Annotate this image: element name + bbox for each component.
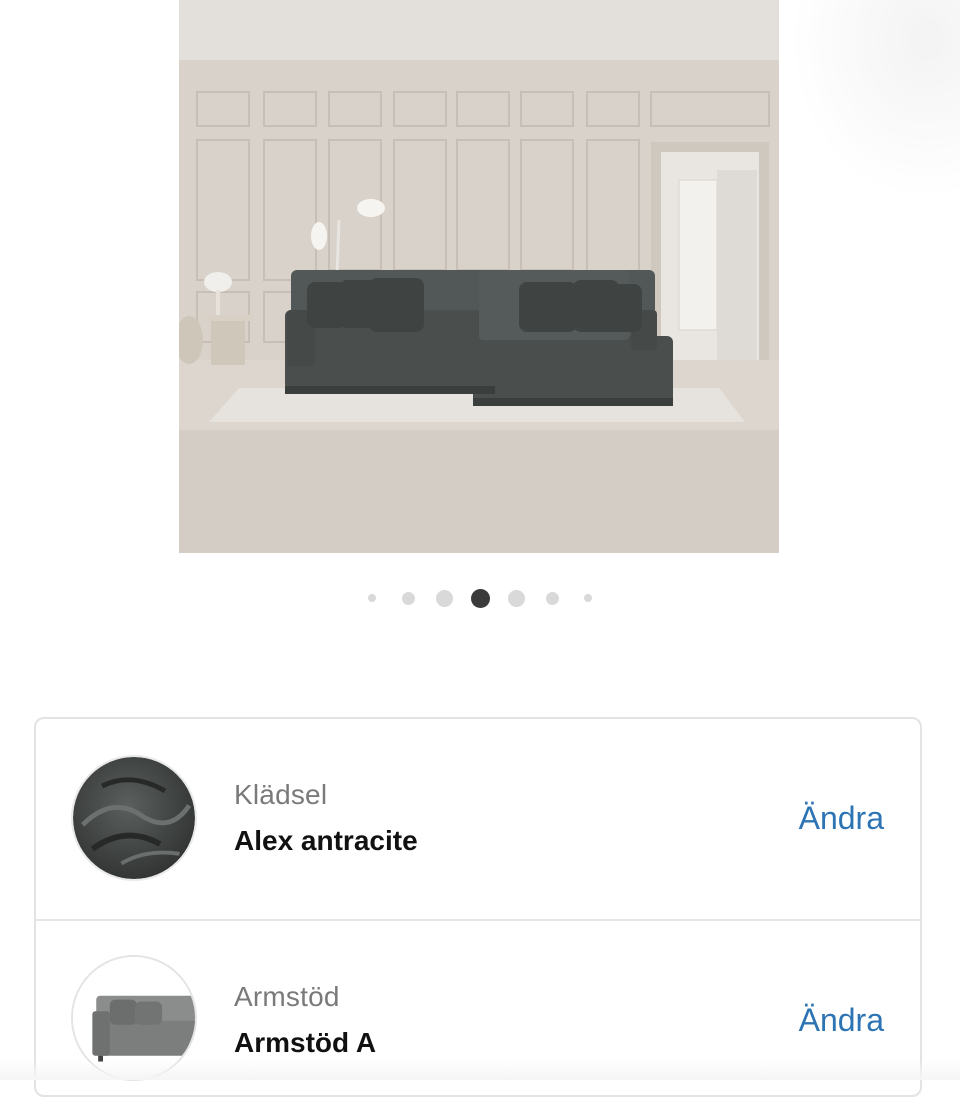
carousel-dot[interactable]: [584, 594, 592, 602]
carousel-dot[interactable]: [507, 589, 525, 607]
option-value: Alex antracite: [234, 825, 418, 856]
carousel-dot-active[interactable]: [470, 588, 490, 608]
product-image[interactable]: [179, 0, 779, 553]
option-label: Armstöd: [234, 981, 340, 1012]
option-row-armrest[interactable]: Armstöd Armstöd A Ändra: [36, 919, 920, 1119]
option-value: Armstöd A: [234, 1027, 377, 1058]
fabric-swatch-icon: [71, 755, 197, 881]
option-label: Klädsel: [234, 779, 328, 810]
change-armrest-button[interactable]: Ändra: [799, 1002, 884, 1039]
bottom-fade: [0, 1060, 960, 1080]
sofa-room-illustration: [179, 0, 779, 553]
carousel-dot[interactable]: [545, 591, 559, 605]
carousel-dot[interactable]: [368, 594, 376, 602]
change-upholstery-button[interactable]: Ändra: [799, 800, 884, 837]
carousel-dot[interactable]: [401, 591, 415, 605]
configuration-card: Klädsel Alex antracite Ändra Armstöd Arm…: [34, 717, 922, 1097]
glare-area: [790, 0, 960, 200]
carousel-dot[interactable]: [435, 589, 453, 607]
option-row-upholstery[interactable]: Klädsel Alex antracite Ändra: [36, 719, 920, 917]
carousel-pagination[interactable]: [0, 585, 960, 611]
